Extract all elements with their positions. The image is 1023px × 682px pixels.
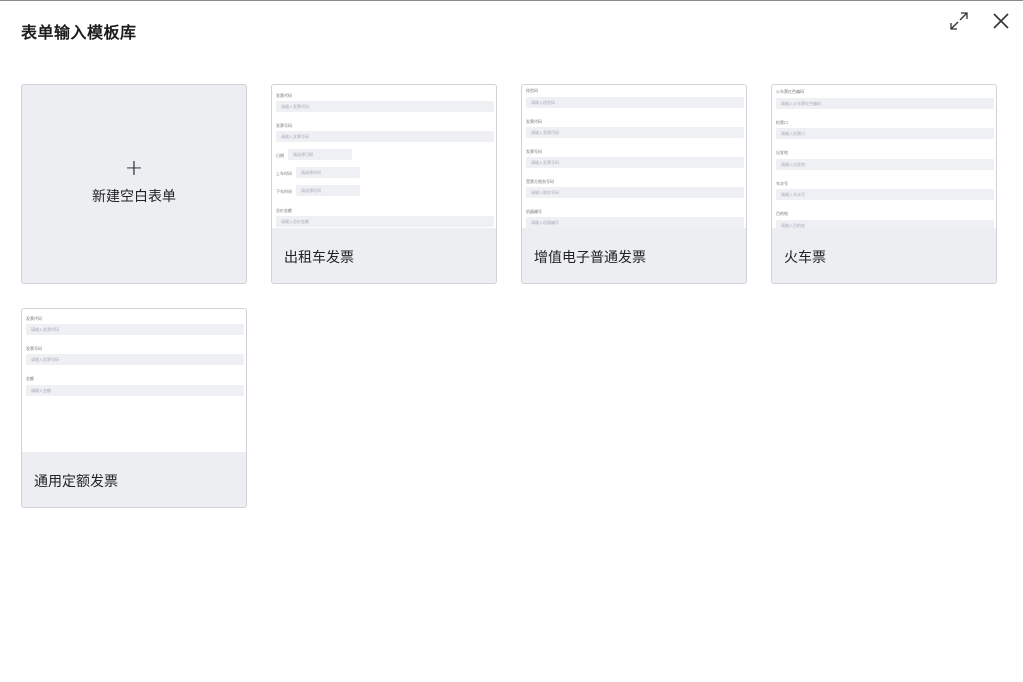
preview-field-input: 请输入检票口	[776, 128, 994, 139]
preview-field-label: 日期	[276, 153, 284, 158]
preview-field-input: 请输入机器编号	[526, 217, 744, 228]
preview-field-placeholder: 请输入发票代码	[281, 104, 309, 109]
preview-field-placeholder: 请选择时间	[301, 188, 321, 193]
plus-icon: +	[124, 156, 144, 181]
preview-field-placeholder: 请输入校验码	[531, 100, 555, 105]
preview-field-input: 请输入发票代码	[276, 101, 494, 112]
preview-field-input: 请输入发票号码	[276, 131, 494, 142]
template-preview: 发票代码 请输入发票代码 发票号码 请输入发票号码 金额 请输入金额	[22, 309, 246, 452]
template-preview: 校验码 请输入校验码 发票代码 请输入发票代码 发票号码 请输入发票号码 受票方…	[522, 85, 746, 228]
preview-field-placeholder: 请输入发票号码	[531, 160, 559, 165]
preview-field-placeholder: 请输入车次号	[781, 192, 805, 197]
template-label: 火车票	[784, 250, 826, 266]
preview-field-input: 请输入金额	[26, 385, 244, 396]
close-icon	[993, 13, 1009, 29]
preview-field-placeholder: 请输入金额	[31, 388, 51, 393]
template-card-train-ticket[interactable]: 火车票红色编码 请输入火车票红色编码 检票口 请输入检票口 出发地 请输入出发地…	[771, 84, 997, 284]
template-label: 增值电子普通发票	[534, 250, 646, 266]
preview-field-label: 检票口	[776, 120, 788, 125]
preview-field-placeholder: 请输入目的地	[781, 223, 805, 228]
preview-field-placeholder: 请输入发票代码	[31, 327, 59, 332]
preview-field-placeholder: 请输入出发地	[781, 162, 805, 167]
preview-field-placeholder: 请输入总价金额	[281, 219, 309, 224]
preview-field-label: 发票代码	[26, 316, 42, 321]
preview-field-label: 发票号码	[276, 123, 292, 128]
preview-field-input: 请选择时间	[296, 185, 360, 196]
preview-field-input: 请输入发票号码	[26, 354, 244, 365]
preview-field-placeholder: 请输入发票代码	[531, 130, 559, 135]
preview-field-label: 受票方税务号码	[526, 179, 554, 184]
top-border	[0, 0, 1023, 1]
preview-field-input: 请输入发票代码	[26, 324, 244, 335]
preview-field-label: 校验码	[526, 88, 538, 93]
preview-field-label: 火车票红色编码	[776, 89, 804, 94]
preview-field-label: 车次号	[776, 181, 788, 186]
preview-field-placeholder: 请输入发票号码	[31, 357, 59, 362]
preview-field-placeholder: 请输入机器编号	[531, 220, 559, 225]
preview-field-label: 发票号码	[526, 149, 542, 154]
expand-icon	[950, 12, 968, 30]
template-card-general-quota-invoice[interactable]: 发票代码 请输入发票代码 发票号码 请输入发票号码 金额 请输入金额 通用定额发…	[21, 308, 247, 508]
preview-field-input: 请输入校验码	[526, 97, 744, 108]
preview-field-label: 出发地	[776, 150, 788, 155]
template-preview: 火车票红色编码 请输入火车票红色编码 检票口 请输入检票口 出发地 请输入出发地…	[772, 85, 996, 228]
preview-field-input: 请输入发票号码	[526, 157, 744, 168]
preview-field-input: 请输入出发地	[776, 159, 994, 170]
preview-field-input: 请选择时间	[296, 167, 360, 178]
expand-button[interactable]	[948, 10, 970, 32]
preview-field-label: 总价金额	[276, 208, 292, 213]
template-label: 出租车发票	[284, 250, 354, 266]
close-button[interactable]	[990, 10, 1012, 32]
preview-field-label: 金额	[26, 376, 34, 381]
preview-field-label: 发票代码	[526, 119, 542, 124]
new-blank-form-card[interactable]: + 新建空白表单	[21, 84, 247, 284]
preview-field-placeholder: 请输入发票号码	[281, 134, 309, 139]
template-card-taxi-invoice[interactable]: 发票代码 请输入发票代码 发票号码 请输入发票号码 日期 请选择日期 上车时间 …	[271, 84, 497, 284]
preview-field-input: 请输入火车票红色编码	[776, 98, 994, 109]
preview-field-placeholder: 请输入税务号码	[531, 190, 559, 195]
preview-field-input: 请输入车次号	[776, 189, 994, 200]
new-blank-form-label: 新建空白表单	[92, 189, 176, 205]
template-label: 通用定额发票	[34, 474, 118, 490]
preview-field-input: 请输入目的地	[776, 220, 994, 228]
preview-field-input: 请输入发票代码	[526, 127, 744, 138]
dialog-title: 表单输入模板库	[21, 23, 137, 42]
preview-field-label: 目的地	[776, 211, 788, 216]
preview-field-label: 发票代码	[276, 93, 292, 98]
preview-field-input: 请选择日期	[288, 149, 352, 160]
preview-field-label: 发票号码	[26, 346, 42, 351]
preview-field-label: 下车时间	[276, 189, 292, 194]
preview-field-input: 请输入总价金额	[276, 216, 494, 227]
preview-field-placeholder: 请输入检票口	[781, 131, 805, 136]
preview-field-placeholder: 请输入火车票红色编码	[781, 101, 821, 106]
preview-field-label: 机器编号	[526, 209, 542, 214]
preview-field-label: 上车时间	[276, 171, 292, 176]
template-preview: 发票代码 请输入发票代码 发票号码 请输入发票号码 日期 请选择日期 上车时间 …	[272, 85, 496, 228]
template-card-vat-e-invoice[interactable]: 校验码 请输入校验码 发票代码 请输入发票代码 发票号码 请输入发票号码 受票方…	[521, 84, 747, 284]
preview-field-input: 请输入税务号码	[526, 187, 744, 198]
preview-field-placeholder: 请选择日期	[293, 152, 313, 157]
preview-field-placeholder: 请选择时间	[301, 170, 321, 175]
